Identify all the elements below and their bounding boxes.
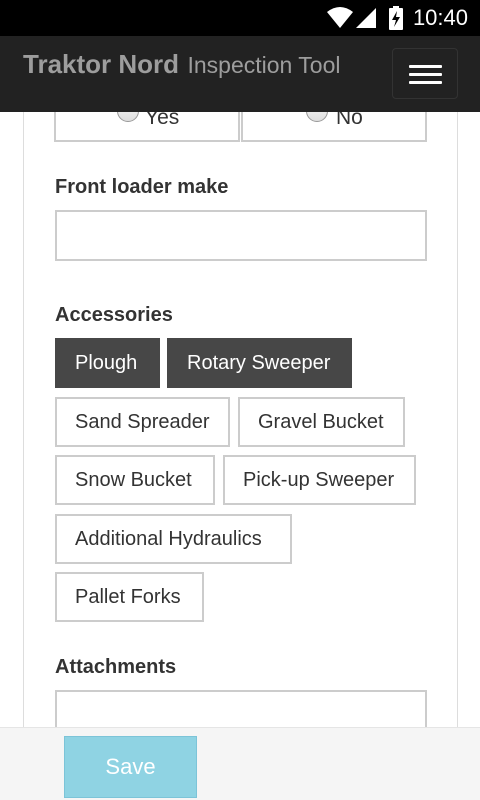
accessory-chip-rotary-sweeper[interactable]: Rotary Sweeper bbox=[167, 338, 352, 388]
accessory-chip-additional-hydraulics[interactable]: Additional Hydraulics bbox=[55, 514, 292, 564]
accessory-chip-pallet-forks[interactable]: Pallet Forks bbox=[55, 572, 204, 622]
no-option[interactable]: No bbox=[241, 112, 427, 142]
no-label: No bbox=[336, 112, 363, 129]
save-button[interactable]: Save bbox=[64, 736, 197, 798]
accessory-chip-sand-spreader[interactable]: Sand Spreader bbox=[55, 397, 230, 447]
accessories-label: Accessories bbox=[55, 304, 173, 326]
yes-option[interactable]: Yes bbox=[54, 112, 240, 142]
accessory-chip-snow-bucket[interactable]: Snow Bucket bbox=[55, 455, 215, 505]
signal-icon bbox=[354, 6, 378, 35]
status-time: 10:40 bbox=[412, 5, 468, 30]
battery-charging-icon bbox=[388, 6, 404, 35]
wifi-icon bbox=[326, 6, 354, 35]
brand-subtitle: Inspection Tool bbox=[187, 52, 341, 78]
yes-no-radio-group: Yes No bbox=[54, 112, 427, 142]
menu-toggle-button[interactable] bbox=[392, 48, 458, 99]
app-navbar: Traktor Nord Inspection Tool bbox=[0, 36, 480, 112]
no-radio[interactable] bbox=[306, 112, 328, 122]
status-bar: 10:40 bbox=[0, 0, 480, 36]
accessory-chip-plough[interactable]: Plough bbox=[55, 338, 160, 388]
front-loader-make-label: Front loader make bbox=[55, 176, 229, 198]
attachments-label: Attachments bbox=[55, 656, 177, 678]
brand-name: Traktor Nord bbox=[23, 49, 180, 79]
front-loader-make-input[interactable] bbox=[55, 210, 427, 261]
accessory-chip-gravel-bucket[interactable]: Gravel Bucket bbox=[238, 397, 405, 447]
brand[interactable]: Traktor Nord Inspection Tool bbox=[23, 49, 341, 80]
inspection-form: Yes No Front loader make Accessories Plo… bbox=[23, 112, 458, 732]
form-footer: Save bbox=[0, 727, 480, 800]
accessory-chip-pick-up-sweeper[interactable]: Pick-up Sweeper bbox=[223, 455, 416, 505]
attachments-input[interactable] bbox=[55, 690, 427, 730]
yes-label: Yes bbox=[145, 112, 180, 129]
yes-radio[interactable] bbox=[117, 112, 139, 122]
